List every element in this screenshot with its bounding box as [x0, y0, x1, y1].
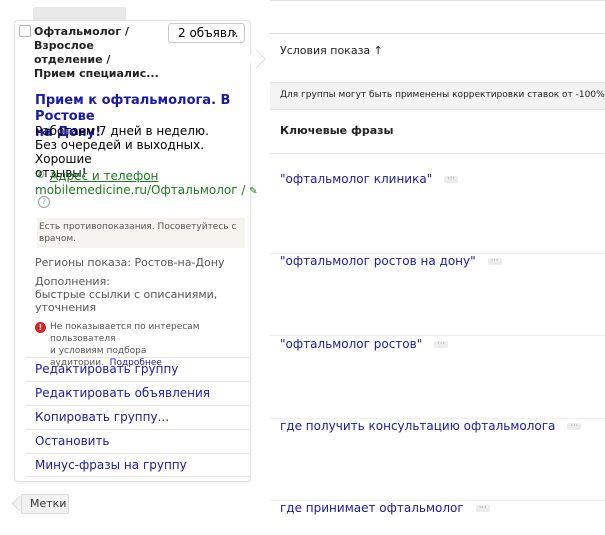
- more-icon[interactable]: ···: [567, 422, 582, 430]
- bid-adjustment-note: Для группы могут быть применены корректи…: [270, 83, 605, 110]
- copy-group-link[interactable]: Копировать группу...: [26, 405, 251, 429]
- group-path[interactable]: Офтальмолог / Взрослое отделение / Прием…: [34, 25, 162, 81]
- chevron-right-icon: ›: [232, 26, 237, 40]
- extras-value: быстрые ссылки с описаниями, уточнения: [35, 288, 218, 314]
- group-select-checkbox[interactable]: [19, 25, 31, 37]
- keyword-link[interactable]: "офтальмолог ростов на дону": [280, 254, 476, 268]
- keyword-row: "офтальмолог клиника" ···: [270, 172, 605, 254]
- ads-count-label: 2 объявл.: [178, 26, 239, 40]
- keyword-row: где получить консультацию офтальмолога ··…: [270, 419, 605, 501]
- extras-label: Дополнения:: [35, 275, 110, 288]
- more-icon[interactable]: ···: [444, 175, 459, 183]
- keyword-row: "офтальмолог ростов" ···: [270, 337, 605, 419]
- help-icon[interactable]: ?: [38, 196, 50, 208]
- alert-icon: !: [35, 322, 46, 333]
- keyword-link[interactable]: "офтальмолог клиника": [280, 172, 432, 186]
- keyword-link[interactable]: "офтальмолог ростов": [280, 337, 422, 351]
- ads-count-button[interactable]: 2 объявл. ›: [168, 23, 245, 43]
- warning-box: Есть противопоказания. Посоветуйтесь с в…: [37, 218, 245, 248]
- ad-display-url[interactable]: mobilemedicine.ru/Офтальмолог / ✎: [35, 183, 258, 199]
- keyword-link[interactable]: где получить консультацию офтальмолога: [280, 419, 555, 433]
- negative-keywords-link[interactable]: Минус-фразы на группу: [26, 453, 251, 477]
- contact-link[interactable]: Адрес и телефон: [50, 169, 158, 183]
- group-actions-list: Редактировать группу Редактировать объяв…: [26, 357, 251, 477]
- edit-group-link[interactable]: Редактировать группу: [26, 357, 251, 381]
- keyword-row: где принимает офтальмолог ···: [270, 501, 605, 531]
- region-info: Регионы показа: Ростов-на-Дону: [35, 256, 225, 269]
- edit-icon: ✎: [249, 186, 258, 197]
- more-icon[interactable]: ···: [475, 504, 490, 512]
- keywords-header: Ключевые фразы: [270, 110, 605, 154]
- keyword-row: "офтальмолог ростов на дону" ···: [270, 254, 605, 336]
- top-divider: [270, 0, 605, 1]
- keyword-link[interactable]: где принимает офтальмолог: [280, 501, 464, 515]
- more-icon[interactable]: ···: [434, 340, 449, 348]
- conditions-header[interactable]: Условия показа ↑: [270, 33, 605, 83]
- edit-ads-link[interactable]: Редактировать объявления: [26, 381, 251, 405]
- phone-icon: ✆: [36, 170, 45, 181]
- blurred-header: [33, 7, 126, 21]
- more-icon[interactable]: ···: [487, 257, 502, 265]
- tags-button[interactable]: Метки: [21, 494, 69, 514]
- stop-link[interactable]: Остановить: [26, 429, 251, 453]
